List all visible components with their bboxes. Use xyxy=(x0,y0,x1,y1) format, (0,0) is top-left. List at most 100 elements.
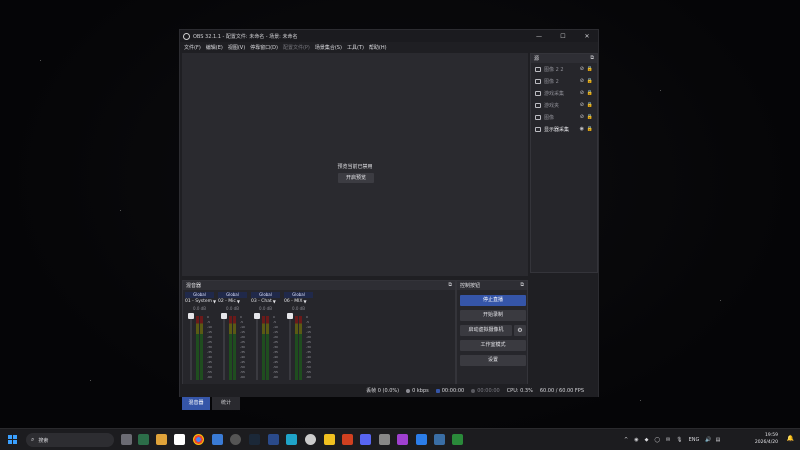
widgets-icon[interactable] xyxy=(138,434,149,445)
volume-fader-handle[interactable] xyxy=(221,313,227,319)
minimize-button[interactable]: — xyxy=(530,30,548,42)
source-item[interactable]: 图像 2 ⊘ 🔒 xyxy=(531,75,597,87)
chevron-up-icon[interactable]: ^ xyxy=(624,437,628,443)
notification-bell-icon[interactable]: 🔔 xyxy=(787,435,794,442)
app-icon[interactable] xyxy=(452,434,463,445)
close-button[interactable]: ✕ xyxy=(578,30,596,42)
app-icon[interactable] xyxy=(286,434,297,445)
lock-icon[interactable]: 🔒 xyxy=(587,102,593,108)
steam-tray-icon[interactable]: ◉ xyxy=(634,437,638,443)
dropped-frames: 丢帧 0 (0.0%) xyxy=(366,388,400,394)
mixer-title: 混音器 xyxy=(186,283,202,289)
volume-fader[interactable] xyxy=(223,316,225,380)
menu-view[interactable]: 视图(V) xyxy=(228,44,245,51)
steam-icon[interactable] xyxy=(249,434,260,445)
file-explorer-icon[interactable] xyxy=(156,434,167,445)
network-icon[interactable]: ▤ xyxy=(716,437,721,443)
channel-name-dropdown[interactable]: 03 - Chat ▼ xyxy=(251,298,280,305)
start-recording-button[interactable]: 开始录制 xyxy=(460,310,526,321)
eye-hidden-icon[interactable]: ⊘ xyxy=(580,66,584,72)
tab-stats[interactable]: 统计 xyxy=(212,397,240,410)
app-icon[interactable] xyxy=(268,434,279,445)
volume-fader-handle[interactable] xyxy=(254,313,260,319)
app-icon[interactable] xyxy=(360,434,371,445)
obs-taskbar-icon[interactable] xyxy=(230,434,241,445)
tab-mixer[interactable]: 混音器 xyxy=(182,397,210,410)
maximize-button[interactable]: ☐ xyxy=(554,30,572,42)
start-button-windows-icon[interactable] xyxy=(8,435,18,445)
meter-tick-label: -25 xyxy=(240,340,245,344)
app-icon[interactable] xyxy=(379,434,390,445)
lock-icon[interactable]: 🔒 xyxy=(587,126,593,132)
meter-tick-label: -20 xyxy=(273,335,278,339)
lock-icon[interactable]: 🔒 xyxy=(587,78,593,84)
title-bar[interactable]: OBS 32.1.1 - 配置文件: 未命名 - 场景: 未命名 — ☐ ✕ xyxy=(180,30,598,42)
menu-scene-collection[interactable]: 场景集合(S) xyxy=(315,44,342,51)
channel-name-dropdown[interactable]: 06 - MIX ▼ xyxy=(284,298,313,305)
meter-tick-label: -40 xyxy=(240,355,245,359)
lock-icon[interactable]: 🔒 xyxy=(587,90,593,96)
lock-icon[interactable]: 🔒 xyxy=(587,114,593,120)
taskbar-search-box[interactable]: ⌕ 搜索 xyxy=(26,433,114,447)
volume-fader[interactable] xyxy=(289,316,291,380)
menu-tools[interactable]: 工具(T) xyxy=(347,44,364,51)
volume-fader[interactable] xyxy=(256,316,258,380)
app-icon[interactable] xyxy=(342,434,353,445)
tray-app-icon[interactable]: ◯ xyxy=(654,437,660,443)
level-meter-right xyxy=(233,316,236,380)
channel-name-dropdown[interactable]: 02 - Mic ▼ xyxy=(218,298,247,305)
task-view-icon[interactable] xyxy=(121,434,132,445)
meter-tick-label: -35 xyxy=(306,350,311,354)
undock-icon[interactable]: ⧉ xyxy=(590,55,594,61)
eye-hidden-icon[interactable]: ⊘ xyxy=(580,114,584,120)
tray-app-icon[interactable]: ◆ xyxy=(645,437,649,443)
studio-mode-button[interactable]: 工作室模式 xyxy=(460,340,526,351)
app-icon[interactable] xyxy=(212,434,223,445)
preview-area[interactable]: 预览当前已禁用 开启预览 xyxy=(182,53,528,276)
microphone-icon[interactable]: 🎙 xyxy=(676,437,682,443)
stop-streaming-button[interactable]: 停止直播 xyxy=(460,295,526,306)
source-item[interactable]: 图像 ⊘ 🔒 xyxy=(531,111,597,123)
app-icon[interactable] xyxy=(434,434,445,445)
menu-docks[interactable]: 停靠窗口(D) xyxy=(250,44,278,51)
eye-hidden-icon[interactable]: ⊘ xyxy=(580,78,584,84)
settings-button[interactable]: 设置 xyxy=(460,355,526,366)
undock-icon[interactable]: ⧉ xyxy=(520,282,524,288)
start-virtual-camera-button[interactable]: 启动虚拟摄像机 xyxy=(460,325,512,336)
capcut-icon[interactable] xyxy=(174,434,185,445)
channel-volume-db: 0.0 dB xyxy=(259,306,272,311)
app-icon[interactable] xyxy=(324,434,335,445)
volume-fader-handle[interactable] xyxy=(287,313,293,319)
menu-help[interactable]: 帮助(H) xyxy=(369,44,387,51)
undock-icon[interactable]: ⧉ xyxy=(448,282,452,288)
enable-preview-button[interactable]: 开启预览 xyxy=(338,173,374,183)
menu-file[interactable]: 文件(F) xyxy=(184,44,201,51)
source-label: 游戏采集 xyxy=(544,90,565,97)
eye-hidden-icon[interactable]: ⊘ xyxy=(580,102,584,108)
volume-icon[interactable]: 🔊 xyxy=(705,437,711,443)
app-icon[interactable] xyxy=(305,434,316,445)
menu-edit[interactable]: 编辑(E) xyxy=(206,44,223,51)
source-item[interactable]: 游戏采集 ⊘ 🔒 xyxy=(531,87,597,99)
mixer-channel: Global 06 - MIX ▼ 0.0 dB 0 -5 -10 -15 -20 -25 -30-… xyxy=(284,292,313,396)
language-indicator[interactable]: ENG xyxy=(689,437,700,443)
tray-app-icon[interactable]: ✉ xyxy=(666,437,670,443)
channel-name-dropdown[interactable]: 01 - System ▼ xyxy=(185,298,216,305)
virtual-camera-settings-gear-icon[interactable]: ⚙ xyxy=(514,325,526,336)
lock-icon[interactable]: 🔒 xyxy=(587,66,593,72)
app-icon[interactable] xyxy=(416,434,427,445)
volume-fader[interactable] xyxy=(190,316,192,380)
audio-mixer-panel: 混音器 ⧉ Global 01 - System ▼ 0.0 dB 0 -5 -10 -15-… xyxy=(182,280,456,396)
taskbar-clock[interactable]: 19:59 2026/4/20 xyxy=(748,432,778,446)
eye-icon[interactable]: ◉ xyxy=(580,126,584,132)
app-icon[interactable] xyxy=(397,434,408,445)
volume-fader-handle[interactable] xyxy=(188,313,194,319)
eye-hidden-icon[interactable]: ⊘ xyxy=(580,90,584,96)
source-item[interactable]: 图像 2 2 ⊘ 🔒 xyxy=(531,63,597,75)
menu-profile[interactable]: 配置文件(P) xyxy=(283,44,310,51)
channel-volume-db: 0.0 dB xyxy=(292,306,305,311)
chrome-icon[interactable] xyxy=(193,434,204,445)
source-item[interactable]: 显示器采集 ◉ 🔒 xyxy=(531,123,597,135)
image-icon xyxy=(535,66,541,72)
source-item[interactable]: 游戏夹 ⊘ 🔒 xyxy=(531,99,597,111)
